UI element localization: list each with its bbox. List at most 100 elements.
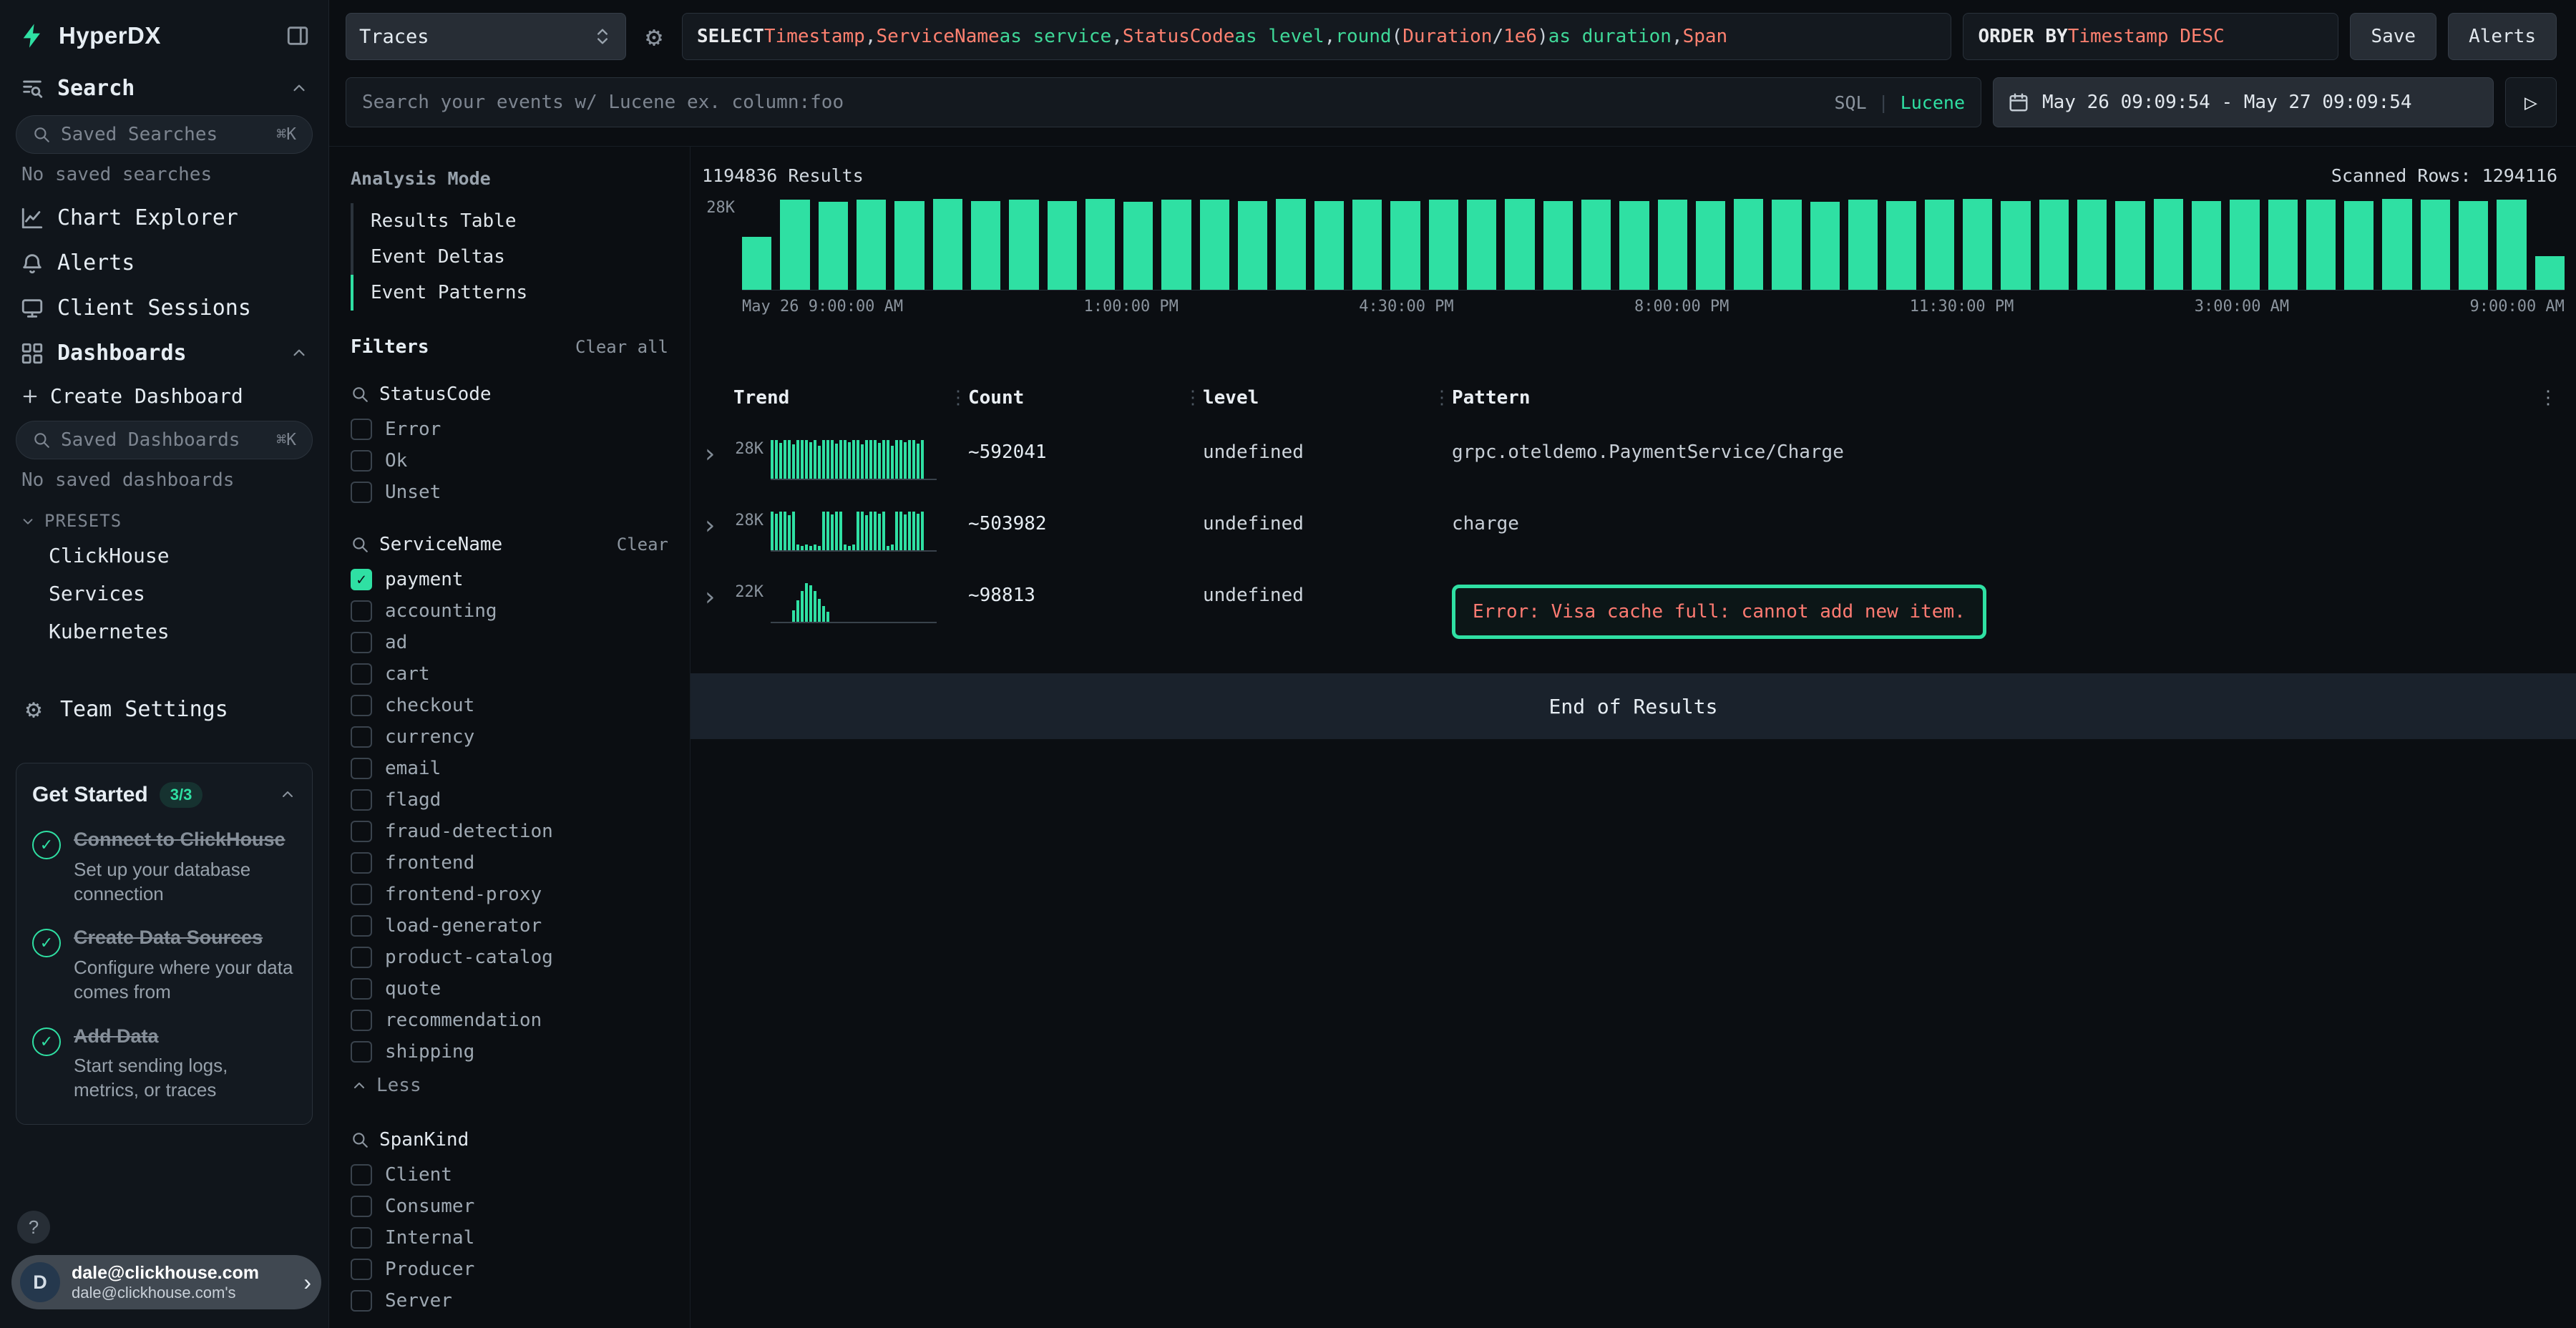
event-search-box[interactable]: SQL | Lucene [346, 77, 1981, 127]
histogram-bar[interactable] [1848, 200, 1878, 290]
histogram-bar[interactable] [742, 237, 771, 290]
checkbox[interactable]: ✓ [351, 569, 372, 590]
analysis-mode-event-patterns[interactable]: Event Patterns [351, 275, 668, 311]
sidebar-item-dashboards[interactable]: Dashboards [16, 331, 313, 376]
filter-option[interactable]: Ok [351, 445, 668, 477]
histogram-bar[interactable] [2192, 201, 2221, 290]
histogram-bar[interactable] [1429, 200, 1458, 290]
checkbox[interactable] [351, 726, 372, 748]
histogram-bar[interactable] [2154, 199, 2183, 290]
source-select[interactable]: Traces [346, 13, 626, 60]
histogram-bar[interactable] [894, 201, 924, 290]
histogram-bar[interactable] [819, 202, 848, 290]
histogram-bar[interactable] [971, 201, 1000, 290]
histogram-bar[interactable] [1238, 201, 1267, 290]
checkbox[interactable] [351, 632, 372, 653]
filter-option[interactable]: ✓payment [351, 564, 668, 595]
sql-query-editor[interactable]: SELECT Timestamp, ServiceName as service… [682, 13, 1951, 60]
histogram-bar[interactable] [1619, 201, 1649, 290]
filter-option[interactable]: Producer [351, 1254, 668, 1285]
source-settings-gear-icon[interactable]: ⚙ [638, 13, 670, 60]
lucene-mode-option[interactable]: Lucene [1901, 92, 1965, 113]
histogram-bar[interactable] [2344, 201, 2373, 290]
clear-all-button[interactable]: Clear all [575, 337, 668, 357]
checkbox[interactable] [351, 663, 372, 685]
checkbox[interactable] [351, 789, 372, 811]
saved-dashboards-pill[interactable]: ⌘K [16, 421, 313, 459]
filter-option[interactable]: Server [351, 1285, 668, 1317]
histogram-bar[interactable] [933, 199, 962, 290]
pattern-row[interactable]: ›28K⋮~592041⋮undefined⋮grpc.oteldemo.Pay… [702, 439, 2557, 480]
histogram-bar[interactable] [1048, 201, 1077, 290]
sidebar-preset-services[interactable]: Services [16, 575, 313, 612]
checkbox[interactable] [351, 947, 372, 968]
filter-option[interactable]: fraud-detection [351, 816, 668, 847]
filter-option[interactable]: Unset [351, 477, 668, 508]
sidebar-preset-clickhouse[interactable]: ClickHouse [16, 537, 313, 575]
filter-option[interactable]: accounting [351, 595, 668, 627]
checkbox[interactable] [351, 600, 372, 622]
sidebar-preset-kubernetes[interactable]: Kubernetes [16, 612, 313, 650]
filter-option[interactable]: ad [351, 627, 668, 658]
filter-option[interactable]: frontend [351, 847, 668, 879]
checkbox[interactable] [351, 450, 372, 472]
get-started-item[interactable]: ✓Connect to ClickHouseSet up your databa… [32, 828, 296, 906]
checkbox[interactable] [351, 821, 372, 842]
filter-option[interactable]: flagd [351, 784, 668, 816]
filter-option[interactable]: load-generator [351, 910, 668, 942]
chevron-up-icon[interactable] [279, 786, 296, 804]
event-search-input[interactable] [362, 92, 1824, 113]
histogram-bar[interactable] [1658, 200, 1687, 290]
histogram-bar[interactable] [1123, 202, 1153, 290]
saved-searches-pill[interactable]: ⌘K [16, 115, 313, 154]
expand-chevron-icon[interactable]: › [702, 439, 733, 467]
filter-option[interactable]: Internal [351, 1222, 668, 1254]
filter-option[interactable]: quote [351, 973, 668, 1005]
filter-option[interactable]: Client [351, 1159, 668, 1191]
histogram-bar[interactable] [2077, 200, 2107, 290]
save-button[interactable]: Save [2350, 13, 2436, 60]
histogram-bar[interactable] [780, 200, 809, 290]
histogram-bar[interactable] [1772, 200, 1801, 290]
histogram-bar[interactable] [1390, 201, 1420, 290]
expand-chevron-icon[interactable]: › [702, 582, 733, 610]
filter-option[interactable]: checkout [351, 690, 668, 721]
saved-searches-input[interactable] [61, 124, 266, 145]
help-button[interactable]: ? [17, 1211, 50, 1244]
filter-option[interactable]: Error [351, 414, 668, 445]
histogram-bar[interactable] [1581, 200, 1611, 290]
histogram-bar[interactable] [2421, 200, 2450, 290]
histogram-bar[interactable] [1009, 200, 1038, 290]
expand-chevron-icon[interactable]: › [702, 510, 733, 539]
sidebar-item-team-settings[interactable]: ⚙ Team Settings [16, 685, 313, 734]
filter-option[interactable]: shipping [351, 1036, 668, 1068]
show-less-button[interactable]: Less [351, 1068, 668, 1103]
create-dashboard-button[interactable]: Create Dashboard [16, 376, 313, 416]
histogram-bar[interactable] [1505, 199, 1534, 290]
checkbox[interactable] [351, 1259, 372, 1280]
filter-option[interactable]: email [351, 753, 668, 784]
histogram-bar[interactable] [1276, 199, 1305, 290]
order-by-editor[interactable]: ORDER BY Timestamp DESC [1963, 13, 2338, 60]
alerts-button[interactable]: Alerts [2448, 13, 2557, 60]
histogram-bar[interactable] [2382, 199, 2411, 290]
histogram-bar[interactable] [1467, 200, 1496, 290]
checkbox[interactable] [351, 695, 372, 716]
sidebar-item-search[interactable]: Search [16, 66, 313, 111]
histogram-bar[interactable] [1352, 200, 1382, 290]
checkbox[interactable] [351, 1041, 372, 1063]
histogram-bar[interactable] [2115, 201, 2145, 290]
histogram-bar[interactable] [2497, 200, 2526, 290]
filter-option[interactable]: cart [351, 658, 668, 690]
checkbox[interactable] [351, 1010, 372, 1031]
chevron-up-icon[interactable] [290, 79, 308, 98]
histogram-bar[interactable] [1314, 201, 1344, 290]
histogram-bar[interactable] [1085, 199, 1115, 290]
checkbox[interactable] [351, 482, 372, 503]
histogram-bar[interactable] [1696, 201, 1725, 290]
column-header-count[interactable]: Count [968, 387, 1183, 409]
histogram-bar[interactable] [2039, 200, 2069, 290]
checkbox[interactable] [351, 915, 372, 937]
filter-option[interactable]: frontend-proxy [351, 879, 668, 910]
histogram-bar[interactable] [1161, 200, 1191, 290]
